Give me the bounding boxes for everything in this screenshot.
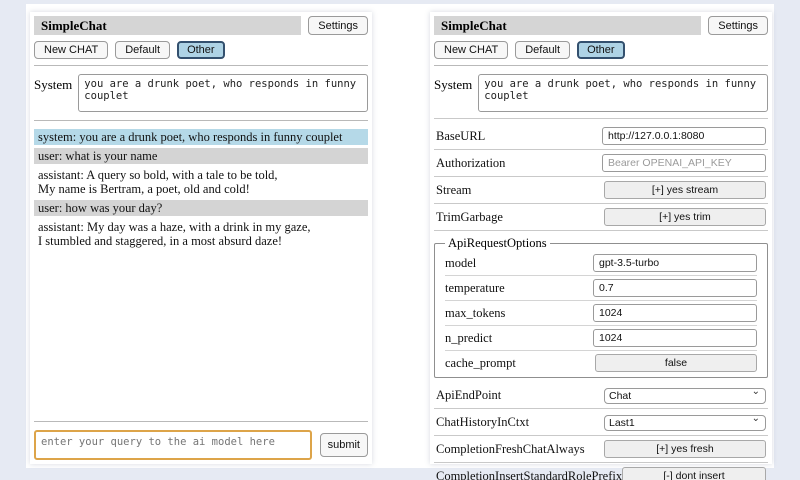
setting-row-n-predict: n_predict bbox=[445, 326, 757, 351]
user-query-input[interactable] bbox=[34, 430, 312, 460]
settings-panel: SimpleChat Settings New CHAT Default Oth… bbox=[430, 12, 772, 464]
new-chat-button[interactable]: New CHAT bbox=[434, 41, 508, 59]
session-other-button[interactable]: Other bbox=[177, 41, 225, 59]
divider bbox=[34, 65, 368, 66]
chat-message-system: system: you are a drunk poet, who respon… bbox=[34, 129, 368, 145]
settings-button[interactable]: Settings bbox=[708, 16, 768, 35]
query-row: submit bbox=[34, 430, 368, 460]
role-prefix-label: CompletionInsertStandardRolePrefix bbox=[436, 469, 622, 480]
setting-row-api-endpoint: ApiEndPoint Chat bbox=[434, 382, 768, 409]
submit-button[interactable]: submit bbox=[320, 433, 368, 457]
model-label: model bbox=[445, 256, 476, 271]
temperature-label: temperature bbox=[445, 281, 505, 296]
fresh-chat-label: CompletionFreshChatAlways bbox=[436, 442, 585, 457]
cache-prompt-label: cache_prompt bbox=[445, 356, 516, 371]
baseurl-label: BaseURL bbox=[436, 129, 485, 144]
setting-row-trimgarbage: TrimGarbage [+] yes trim bbox=[434, 204, 768, 231]
chat-history-select-wrap: Last1 bbox=[604, 413, 766, 431]
api-endpoint-select-wrap: Chat bbox=[604, 386, 766, 404]
trimgarbage-toggle-button[interactable]: [+] yes trim bbox=[604, 208, 766, 226]
settings-list: BaseURL Authorization Stream [+] yes str… bbox=[434, 123, 768, 480]
session-toolbar: New CHAT Default Other bbox=[34, 41, 368, 59]
api-request-options-group: ApiRequestOptions model temperature max_… bbox=[434, 236, 768, 378]
chat-message-assistant: assistant: My day was a haze, with a dri… bbox=[34, 219, 368, 249]
setting-row-role-prefix: CompletionInsertStandardRolePrefix [-] d… bbox=[434, 463, 768, 480]
system-prompt-row: System you are a drunk poet, who respond… bbox=[434, 74, 768, 112]
fresh-chat-toggle-button[interactable]: [+] yes fresh bbox=[604, 440, 766, 458]
temperature-input[interactable] bbox=[593, 279, 757, 297]
app-title: SimpleChat bbox=[34, 16, 301, 35]
n-predict-input[interactable] bbox=[593, 329, 757, 347]
max-tokens-label: max_tokens bbox=[445, 306, 505, 321]
authorization-label: Authorization bbox=[436, 156, 505, 171]
settings-button[interactable]: Settings bbox=[308, 16, 368, 35]
trimgarbage-label: TrimGarbage bbox=[436, 210, 503, 225]
system-label: System bbox=[434, 74, 472, 112]
setting-row-authorization: Authorization bbox=[434, 150, 768, 177]
header: SimpleChat Settings bbox=[34, 16, 368, 35]
session-default-button[interactable]: Default bbox=[515, 41, 570, 59]
chat-panel: SimpleChat Settings New CHAT Default Oth… bbox=[30, 12, 372, 464]
authorization-input[interactable] bbox=[602, 154, 766, 172]
api-endpoint-label: ApiEndPoint bbox=[436, 388, 501, 403]
chat-message-user: user: how was your day? bbox=[34, 200, 368, 216]
role-prefix-toggle-button[interactable]: [-] dont insert bbox=[622, 467, 766, 480]
divider bbox=[34, 421, 368, 422]
model-input[interactable] bbox=[593, 254, 757, 272]
stream-label: Stream bbox=[436, 183, 471, 198]
setting-row-temperature: temperature bbox=[445, 276, 757, 301]
max-tokens-input[interactable] bbox=[593, 304, 757, 322]
setting-row-stream: Stream [+] yes stream bbox=[434, 177, 768, 204]
session-default-button[interactable]: Default bbox=[115, 41, 170, 59]
system-prompt-row: System you are a drunk poet, who respond… bbox=[34, 74, 368, 112]
stream-toggle-button[interactable]: [+] yes stream bbox=[604, 181, 766, 199]
header: SimpleChat Settings bbox=[434, 16, 768, 35]
session-toolbar: New CHAT Default Other bbox=[434, 41, 768, 59]
divider bbox=[434, 118, 768, 119]
chat-message-user: user: what is your name bbox=[34, 148, 368, 164]
system-prompt-input[interactable]: you are a drunk poet, who responds in fu… bbox=[478, 74, 768, 112]
chat-history-select[interactable]: Last1 bbox=[604, 415, 766, 431]
baseurl-input[interactable] bbox=[602, 127, 766, 145]
n-predict-label: n_predict bbox=[445, 331, 492, 346]
setting-row-model: model bbox=[445, 251, 757, 276]
cache-prompt-toggle-button[interactable]: false bbox=[595, 354, 757, 372]
chat-history-label: ChatHistoryInCtxt bbox=[436, 415, 529, 430]
divider bbox=[434, 65, 768, 66]
session-other-button[interactable]: Other bbox=[577, 41, 625, 59]
divider bbox=[34, 120, 368, 121]
setting-row-fresh-chat: CompletionFreshChatAlways [+] yes fresh bbox=[434, 436, 768, 463]
setting-row-chat-history: ChatHistoryInCtxt Last1 bbox=[434, 409, 768, 436]
api-endpoint-select[interactable]: Chat bbox=[604, 388, 766, 404]
setting-row-cache-prompt: cache_prompt false bbox=[445, 351, 757, 375]
chat-message-assistant: assistant: A query so bold, with a tale … bbox=[34, 167, 368, 197]
setting-row-baseurl: BaseURL bbox=[434, 123, 768, 150]
setting-row-max-tokens: max_tokens bbox=[445, 301, 757, 326]
api-request-options-legend: ApiRequestOptions bbox=[445, 236, 550, 251]
spacer bbox=[34, 252, 368, 415]
chat-messages: system: you are a drunk poet, who respon… bbox=[34, 126, 368, 252]
app-title: SimpleChat bbox=[434, 16, 701, 35]
new-chat-button[interactable]: New CHAT bbox=[34, 41, 108, 59]
system-label: System bbox=[34, 74, 72, 112]
system-prompt-input[interactable]: you are a drunk poet, who responds in fu… bbox=[78, 74, 368, 112]
